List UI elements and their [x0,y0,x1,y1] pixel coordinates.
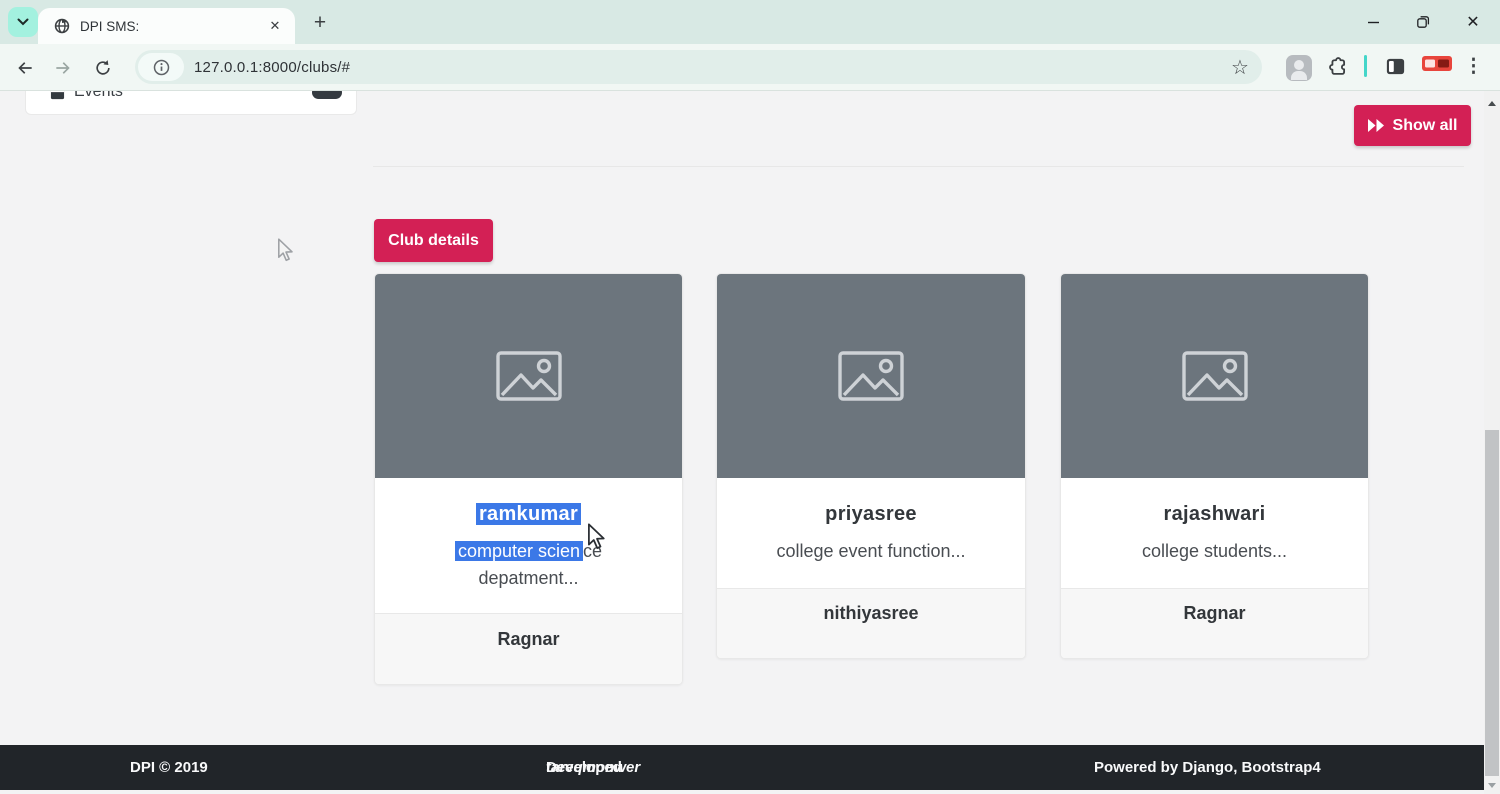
mouse-cursor-ghost [276,238,296,262]
tab-close-icon[interactable]: ✕ [265,16,285,36]
info-icon [153,59,170,76]
footer-copyright: DPI © 2019 [130,745,208,790]
club-card: rajashwari college students... Ragnar [1060,273,1369,659]
site-info-button[interactable] [138,53,184,81]
close-icon: ✕ [1466,12,1479,32]
club-card-footer: Ragnar [375,613,682,685]
site-footer: DPI © 2019 Developed by tareqmonwer Powe… [0,745,1484,790]
show-all-label: Show all [1393,117,1458,135]
club-card-footer: Ragnar [1061,588,1368,659]
club-card-footer: nithiyasree [717,588,1025,659]
club-owner: nithiyasree [823,603,918,623]
url-bar[interactable]: 127.0.0.1:8000/clubs/# [135,50,1262,84]
club-card-body: rajashwari college students... [1061,478,1368,588]
puzzle-icon [1326,55,1349,78]
minimize-icon [1367,16,1380,29]
extensions-button[interactable] [1326,55,1349,78]
club-card-body: ramkumar computer science depatment... [375,478,682,613]
scroll-up-arrow-icon[interactable] [1488,101,1496,106]
club-owner: Ragnar [1183,603,1245,623]
page-content: Events Show all Club details ramkumar co… [0,91,1500,794]
globe-favicon-icon [54,18,70,34]
club-title: ramkumar [375,503,682,526]
window-restore-button[interactable] [1406,6,1440,38]
window-minimize-button[interactable] [1356,6,1390,38]
club-title: rajashwari [1061,503,1368,526]
kebab-menu-icon: ⋮ [1464,55,1483,78]
events-count-badge [312,91,342,99]
club-details-label: Club details [388,232,479,250]
browser-tab[interactable]: DPI SMS: ✕ [38,8,295,44]
browser-titlebar: DPI SMS: ✕ + ✕ [0,0,1500,44]
bookmark-star-icon: ☆ [1231,55,1249,80]
show-all-button[interactable]: Show all [1354,105,1471,146]
avatar-icon [1286,55,1312,81]
side-panel-icon [1384,55,1407,78]
page-scrollbar[interactable] [1484,91,1500,794]
reload-button[interactable] [90,55,116,81]
avatar-button[interactable] [1286,55,1312,81]
club-description: college event function... [717,538,1025,565]
club-description: college students... [1061,538,1368,565]
image-placeholder-icon [496,351,562,401]
forward-button[interactable] [50,55,76,81]
image-placeholder-icon [838,351,904,401]
url-text: 127.0.0.1:8000/clubs/# [194,59,350,76]
club-image-placeholder [1061,274,1368,478]
horizontal-divider [373,166,1464,167]
restore-icon [1416,15,1430,29]
side-panel-button[interactable] [1384,55,1407,78]
chevron-down-icon [17,18,29,26]
club-card-body: priyasree college event function... [717,478,1025,588]
forward-arrow-icon [53,58,73,78]
back-button[interactable] [12,55,38,81]
club-owner: Ragnar [497,629,559,649]
club-image-placeholder [717,274,1025,478]
club-details-button[interactable]: Club details [374,219,493,262]
image-placeholder-icon [1182,351,1248,401]
back-arrow-icon [15,58,35,78]
tab-title: DPI SMS: [80,19,265,34]
fast-forward-icon [1368,119,1385,132]
browser-menu-button[interactable]: ⋮ [1464,55,1483,78]
club-description: computer science depatment... [375,538,682,592]
extension-badge-button[interactable] [1422,55,1452,72]
club-image-placeholder [375,274,682,478]
scroll-down-arrow-icon[interactable] [1488,783,1496,788]
bookmark-button[interactable]: ☆ [1231,55,1249,80]
footer-powered-by: Powered by Django, Bootstrap4 [1094,745,1321,790]
reload-icon [93,58,113,78]
red-extension-icon [1422,55,1452,72]
scrollbar-thumb[interactable] [1485,430,1499,776]
sidebar-item-events[interactable]: Events [25,91,357,115]
tab-search-button[interactable] [8,7,38,37]
club-card: priyasree college event function... nith… [716,273,1026,659]
toolbar-divider [1364,55,1367,77]
window-close-button[interactable]: ✕ [1456,6,1490,38]
sidebar-item-label: Events [74,91,312,101]
club-title: priyasree [717,503,1025,526]
calendar-icon [50,91,65,100]
browser-toolbar: 127.0.0.1:8000/clubs/# ☆ ⋮ [0,44,1500,91]
club-card: ramkumar computer science depatment... R… [374,273,683,685]
new-tab-button[interactable]: + [306,9,334,37]
